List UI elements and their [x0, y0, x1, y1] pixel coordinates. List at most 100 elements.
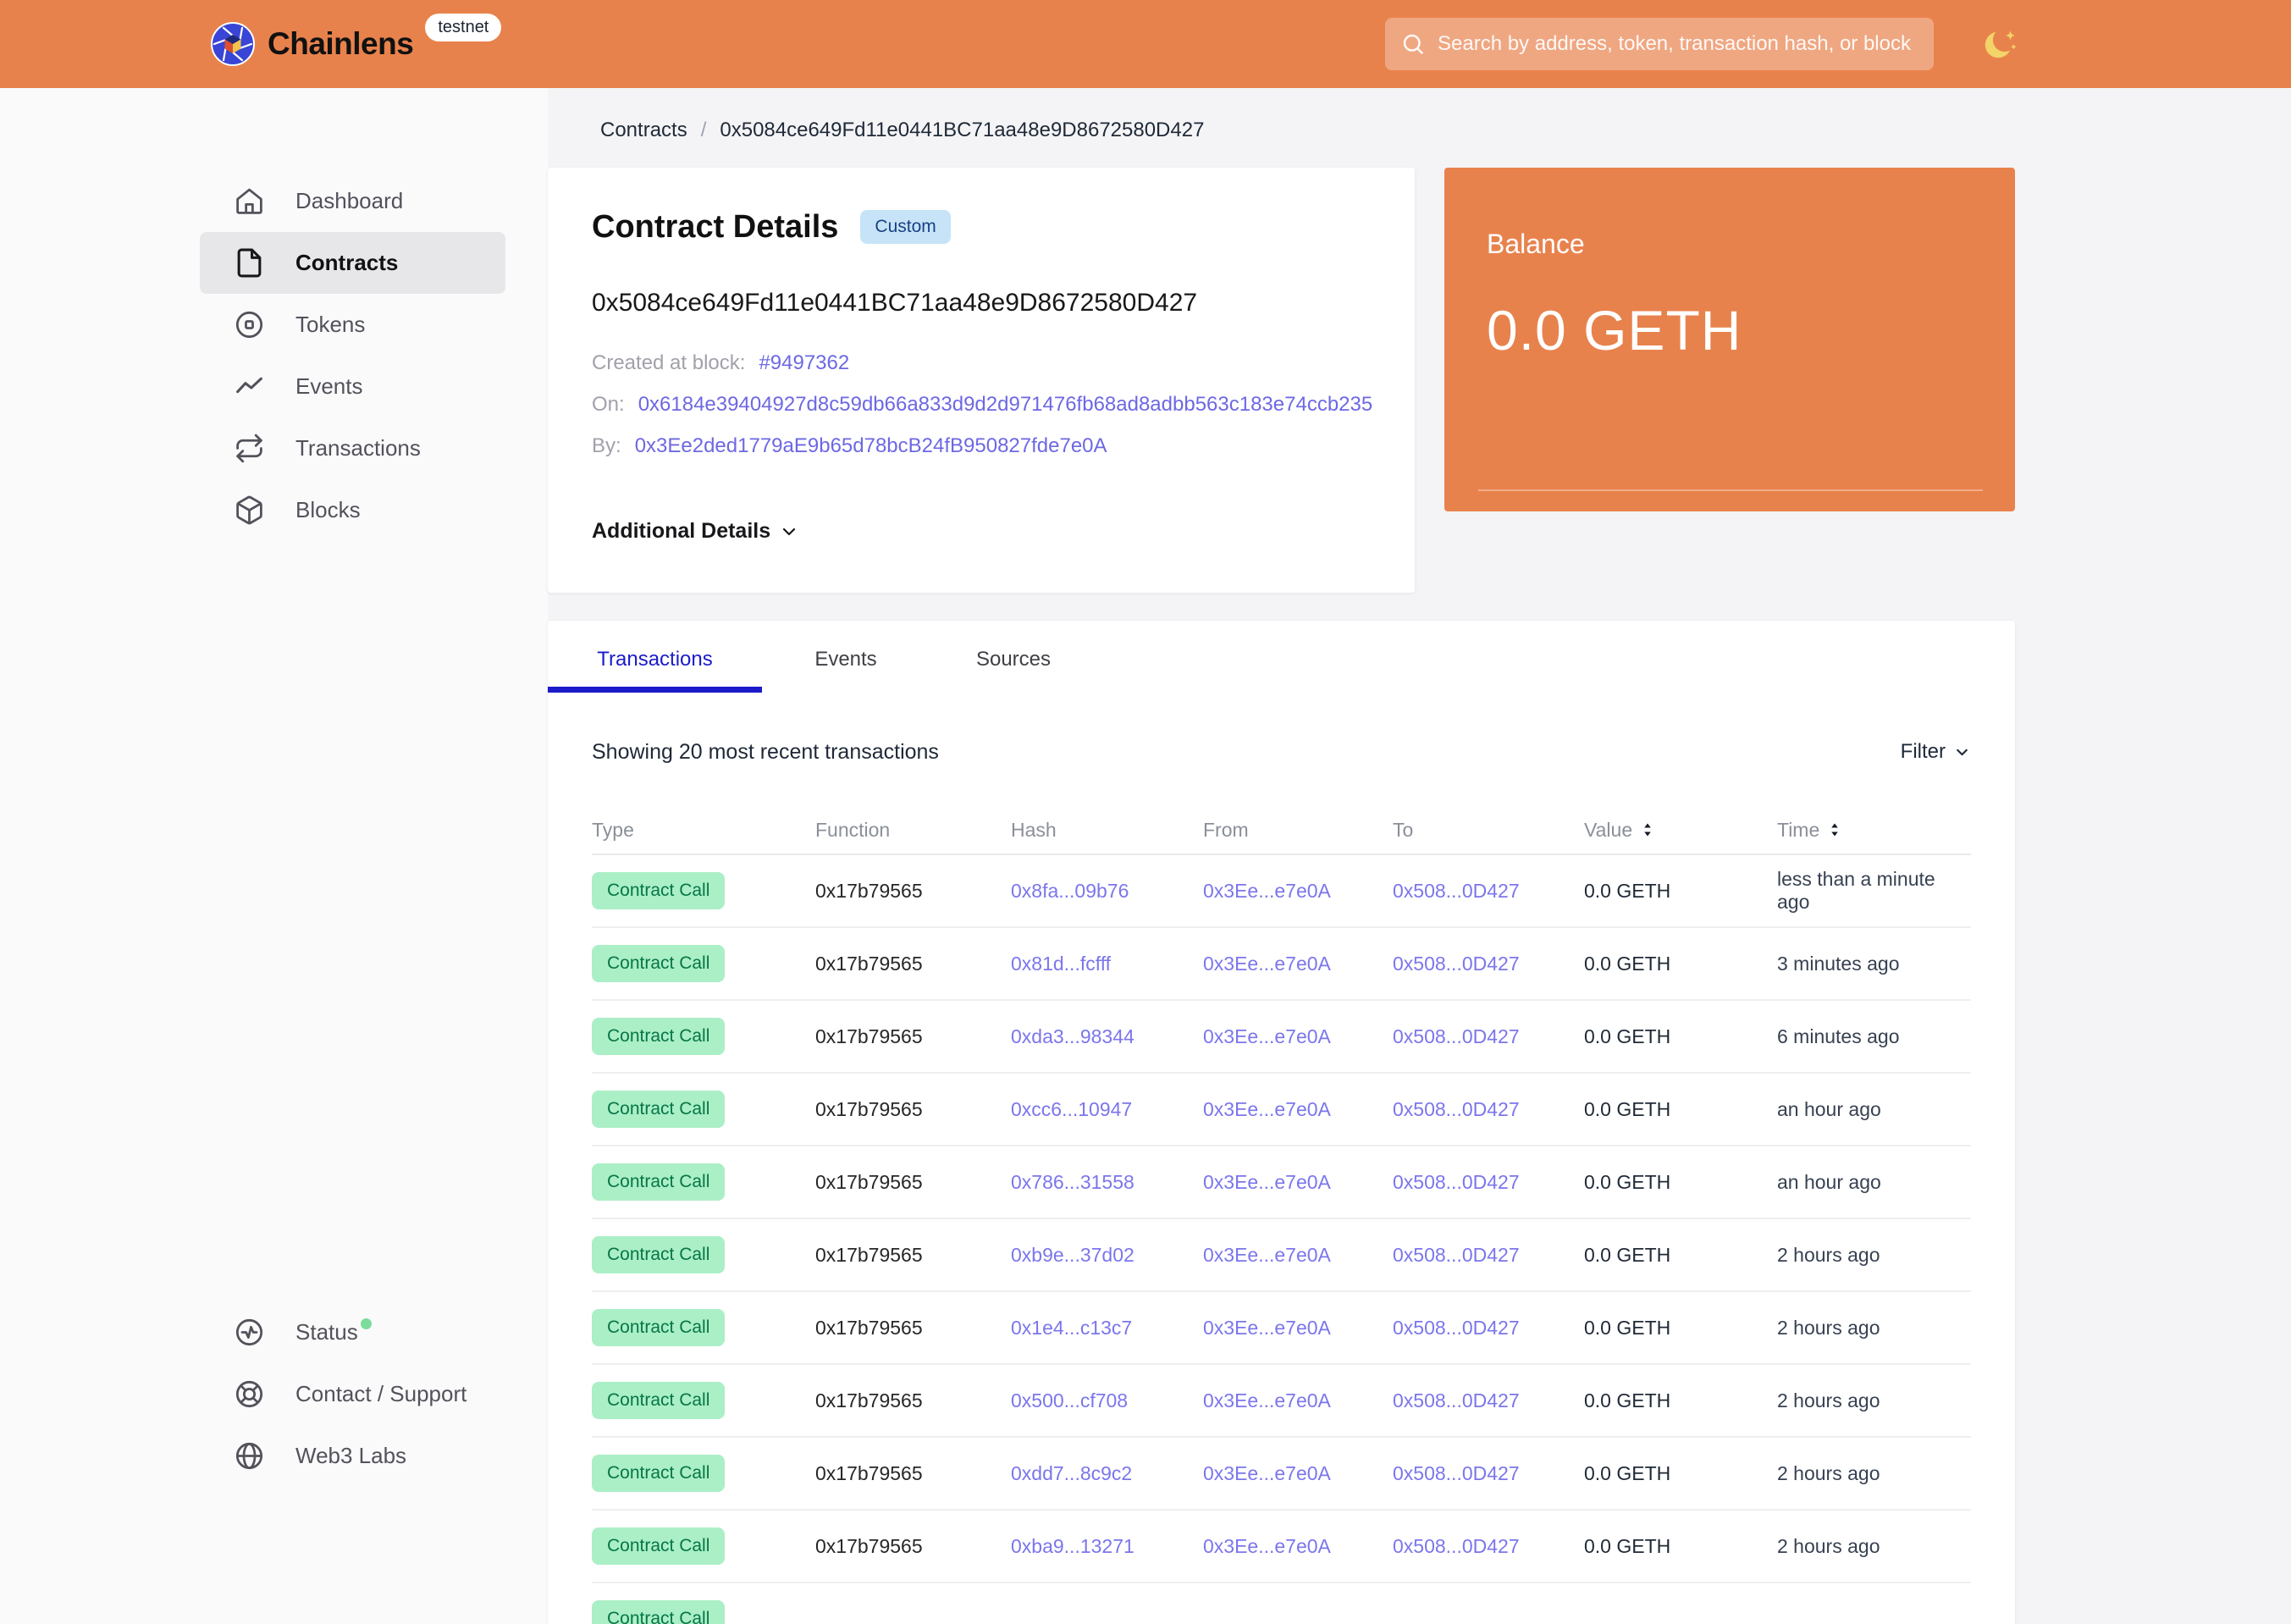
tx-type-badge: Contract Call: [592, 1236, 726, 1273]
tx-hash-link[interactable]: 0x786...31558: [1011, 1171, 1203, 1194]
transactions-table: Type Function Hash From To Value Time Co…: [592, 818, 1971, 1624]
table-row: Contract Call 0x17b79565 0xcc6...10947 0…: [592, 1074, 1971, 1146]
filter-label: Filter: [1900, 740, 1946, 763]
created-by-line: By: 0x3Ee2ded1779aE9b65d78bcB24fB950827f…: [592, 425, 1371, 467]
sort-icon[interactable]: [1826, 821, 1843, 838]
tx-hash-link[interactable]: 0x500...cf708: [1011, 1389, 1203, 1412]
table-row: Contract Call 0x17b79565 0xdd7...8c9c2 0…: [592, 1438, 1971, 1511]
main-content: Contracts / 0x5084ce649Fd11e0441BC71aa48…: [548, 88, 2015, 1624]
globe-icon: [235, 1442, 263, 1470]
column-header-time[interactable]: Time: [1777, 819, 1971, 842]
sidebar-item-dashboard[interactable]: Dashboard: [200, 170, 505, 232]
created-at-block-line: Created at block: #9497362: [592, 342, 1371, 384]
tx-to-link[interactable]: 0x508...0D427: [1393, 1535, 1584, 1558]
tx-hash-link[interactable]: 0xcc6...10947: [1011, 1098, 1203, 1121]
tx-type-badge: Contract Call: [592, 1309, 726, 1346]
sidebar-item-blocks[interactable]: Blocks: [200, 479, 505, 541]
table-row: Contract Call 0x17b79565 0x81d...fcfff 0…: [592, 928, 1971, 1001]
tx-hash-link[interactable]: 0x81d...fcfff: [1011, 953, 1203, 975]
tx-from-link[interactable]: 0x3Ee...e7e0A: [1203, 1317, 1393, 1340]
tx-value: 0.0 GETH: [1584, 1097, 1671, 1120]
tx-to-link[interactable]: 0x508...0D427: [1393, 1389, 1584, 1412]
tab-events[interactable]: Events: [762, 644, 930, 693]
filter-dropdown[interactable]: Filter: [1901, 740, 1971, 764]
transactions-table-body: Contract Call 0x17b79565 0x8fa...09b76 0…: [592, 855, 1971, 1624]
tx-to-link[interactable]: 0x508...0D427: [1393, 1462, 1584, 1485]
tx-time: 2 hours ago: [1777, 1243, 1880, 1266]
sidebar-item-contact-support[interactable]: Contact / Support: [200, 1363, 505, 1425]
sidebar-item-status[interactable]: Status: [200, 1301, 505, 1363]
tx-hash-link[interactable]: 0xb9e...37d02: [1011, 1244, 1203, 1267]
tx-to-link[interactable]: 0x508...0D427: [1393, 880, 1584, 903]
life-buoy-icon: [235, 1380, 263, 1408]
tx-function: 0x17b79565: [815, 1025, 923, 1047]
sidebar-item-web3labs[interactable]: Web3 Labs: [200, 1425, 505, 1487]
tx-value: 0.0 GETH: [1584, 1389, 1671, 1411]
creator-address-link[interactable]: 0x3Ee2ded1779aE9b65d78bcB24fB950827fde7e…: [635, 425, 1107, 467]
tx-time: less than a minute ago: [1777, 868, 1935, 913]
created-on-tx-line: On: 0x6184e39404927d8c59db66a833d9d2d971…: [592, 384, 1373, 425]
table-row: Contract Call 0x17b79565 0x786...31558 0…: [592, 1146, 1971, 1219]
testnet-badge: testnet: [425, 14, 502, 41]
sidebar-item-tokens[interactable]: Tokens: [200, 294, 505, 356]
tx-from-link[interactable]: 0x3Ee...e7e0A: [1203, 1098, 1393, 1121]
created-block-link[interactable]: #9497362: [759, 342, 849, 384]
tx-hash-link[interactable]: 0xdd7...8c9c2: [1011, 1462, 1203, 1485]
sidebar-item-contracts[interactable]: Contracts: [200, 232, 505, 294]
search-input[interactable]: [1385, 18, 1934, 70]
tx-time: an hour ago: [1777, 1170, 1881, 1193]
sidebar-item-label: Blocks: [295, 497, 361, 522]
tx-type-badge: Contract Call: [592, 1163, 726, 1201]
dark-mode-moon-icon[interactable]: [1981, 25, 2020, 64]
column-header-value[interactable]: Value: [1584, 819, 1777, 842]
transactions-summary: Showing 20 most recent transactions: [592, 739, 939, 764]
tx-from-link[interactable]: 0x3Ee...e7e0A: [1203, 1025, 1393, 1048]
sidebar-item-transactions[interactable]: Transactions: [200, 417, 505, 479]
sidebar-item-label: Web3 Labs: [295, 1443, 407, 1468]
tab-sources[interactable]: Sources: [930, 644, 1097, 693]
tx-from-link[interactable]: 0x3Ee...e7e0A: [1203, 1171, 1393, 1194]
tx-from-link[interactable]: 0x3Ee...e7e0A: [1203, 1462, 1393, 1485]
tx-to-link[interactable]: 0x508...0D427: [1393, 1025, 1584, 1048]
balance-card: Balance 0.0 GETH: [1444, 168, 2015, 511]
sidebar-item-label: Status: [295, 1318, 372, 1345]
tx-to-link[interactable]: 0x508...0D427: [1393, 953, 1584, 975]
tx-hash-link[interactable]: 0x1e4...c13c7: [1011, 1317, 1203, 1340]
table-row: Contract Call 0x17b79565 0xb9e...37d02 0…: [592, 1219, 1971, 1292]
tx-value: 0.0 GETH: [1584, 952, 1671, 975]
tx-hash-link[interactable]: 0xda3...98344: [1011, 1025, 1203, 1048]
additional-details-toggle[interactable]: Additional Details: [592, 519, 1371, 544]
sort-icon[interactable]: [1639, 821, 1656, 838]
column-header-function: Function: [815, 818, 891, 841]
tx-function: 0x17b79565: [815, 1097, 923, 1120]
tab-transactions[interactable]: Transactions: [548, 644, 762, 693]
tx-type-badge: Contract Call: [592, 1018, 726, 1055]
tx-function: 0x17b79565: [815, 1170, 923, 1193]
tx-time: 2 hours ago: [1777, 1534, 1880, 1557]
tx-hash-link[interactable]: 0xba9...13271: [1011, 1535, 1203, 1558]
tx-from-link[interactable]: 0x3Ee...e7e0A: [1203, 880, 1393, 903]
breadcrumb-separator: /: [700, 119, 707, 141]
tx-from-link[interactable]: 0x3Ee...e7e0A: [1203, 1244, 1393, 1267]
sidebar-item-label: Transactions: [295, 435, 421, 461]
tx-from-link[interactable]: 0x3Ee...e7e0A: [1203, 953, 1393, 975]
app-header: Chainlens testnet: [0, 0, 2291, 88]
tx-to-link[interactable]: 0x508...0D427: [1393, 1317, 1584, 1340]
tx-from-link[interactable]: 0x3Ee...e7e0A: [1203, 1389, 1393, 1412]
breadcrumb-contracts-link[interactable]: Contracts: [600, 119, 687, 142]
tx-to-link[interactable]: 0x508...0D427: [1393, 1098, 1584, 1121]
balance-title: Balance: [1487, 229, 1585, 259]
sidebar-footer: Status Contact / Support Web3 Labs: [0, 1301, 548, 1487]
tx-from-link[interactable]: 0x3Ee...e7e0A: [1203, 1535, 1393, 1558]
sidebar-item-label: Dashboard: [295, 188, 404, 213]
creation-tx-link[interactable]: 0x6184e39404927d8c59db66a833d9d2d971476f…: [638, 384, 1373, 425]
sidebar-item-events[interactable]: Events: [200, 356, 505, 417]
tx-to-link[interactable]: 0x508...0D427: [1393, 1244, 1584, 1267]
balance-amount: 0.0 GETH: [1487, 299, 1742, 362]
tx-time: 6 minutes ago: [1777, 1025, 1900, 1047]
tx-value: 0.0 GETH: [1584, 1025, 1671, 1047]
tx-hash-link[interactable]: 0x8fa...09b76: [1011, 880, 1203, 903]
tx-to-link[interactable]: 0x508...0D427: [1393, 1171, 1584, 1194]
search-icon: [1403, 34, 1424, 55]
column-header-from: From: [1203, 818, 1249, 841]
